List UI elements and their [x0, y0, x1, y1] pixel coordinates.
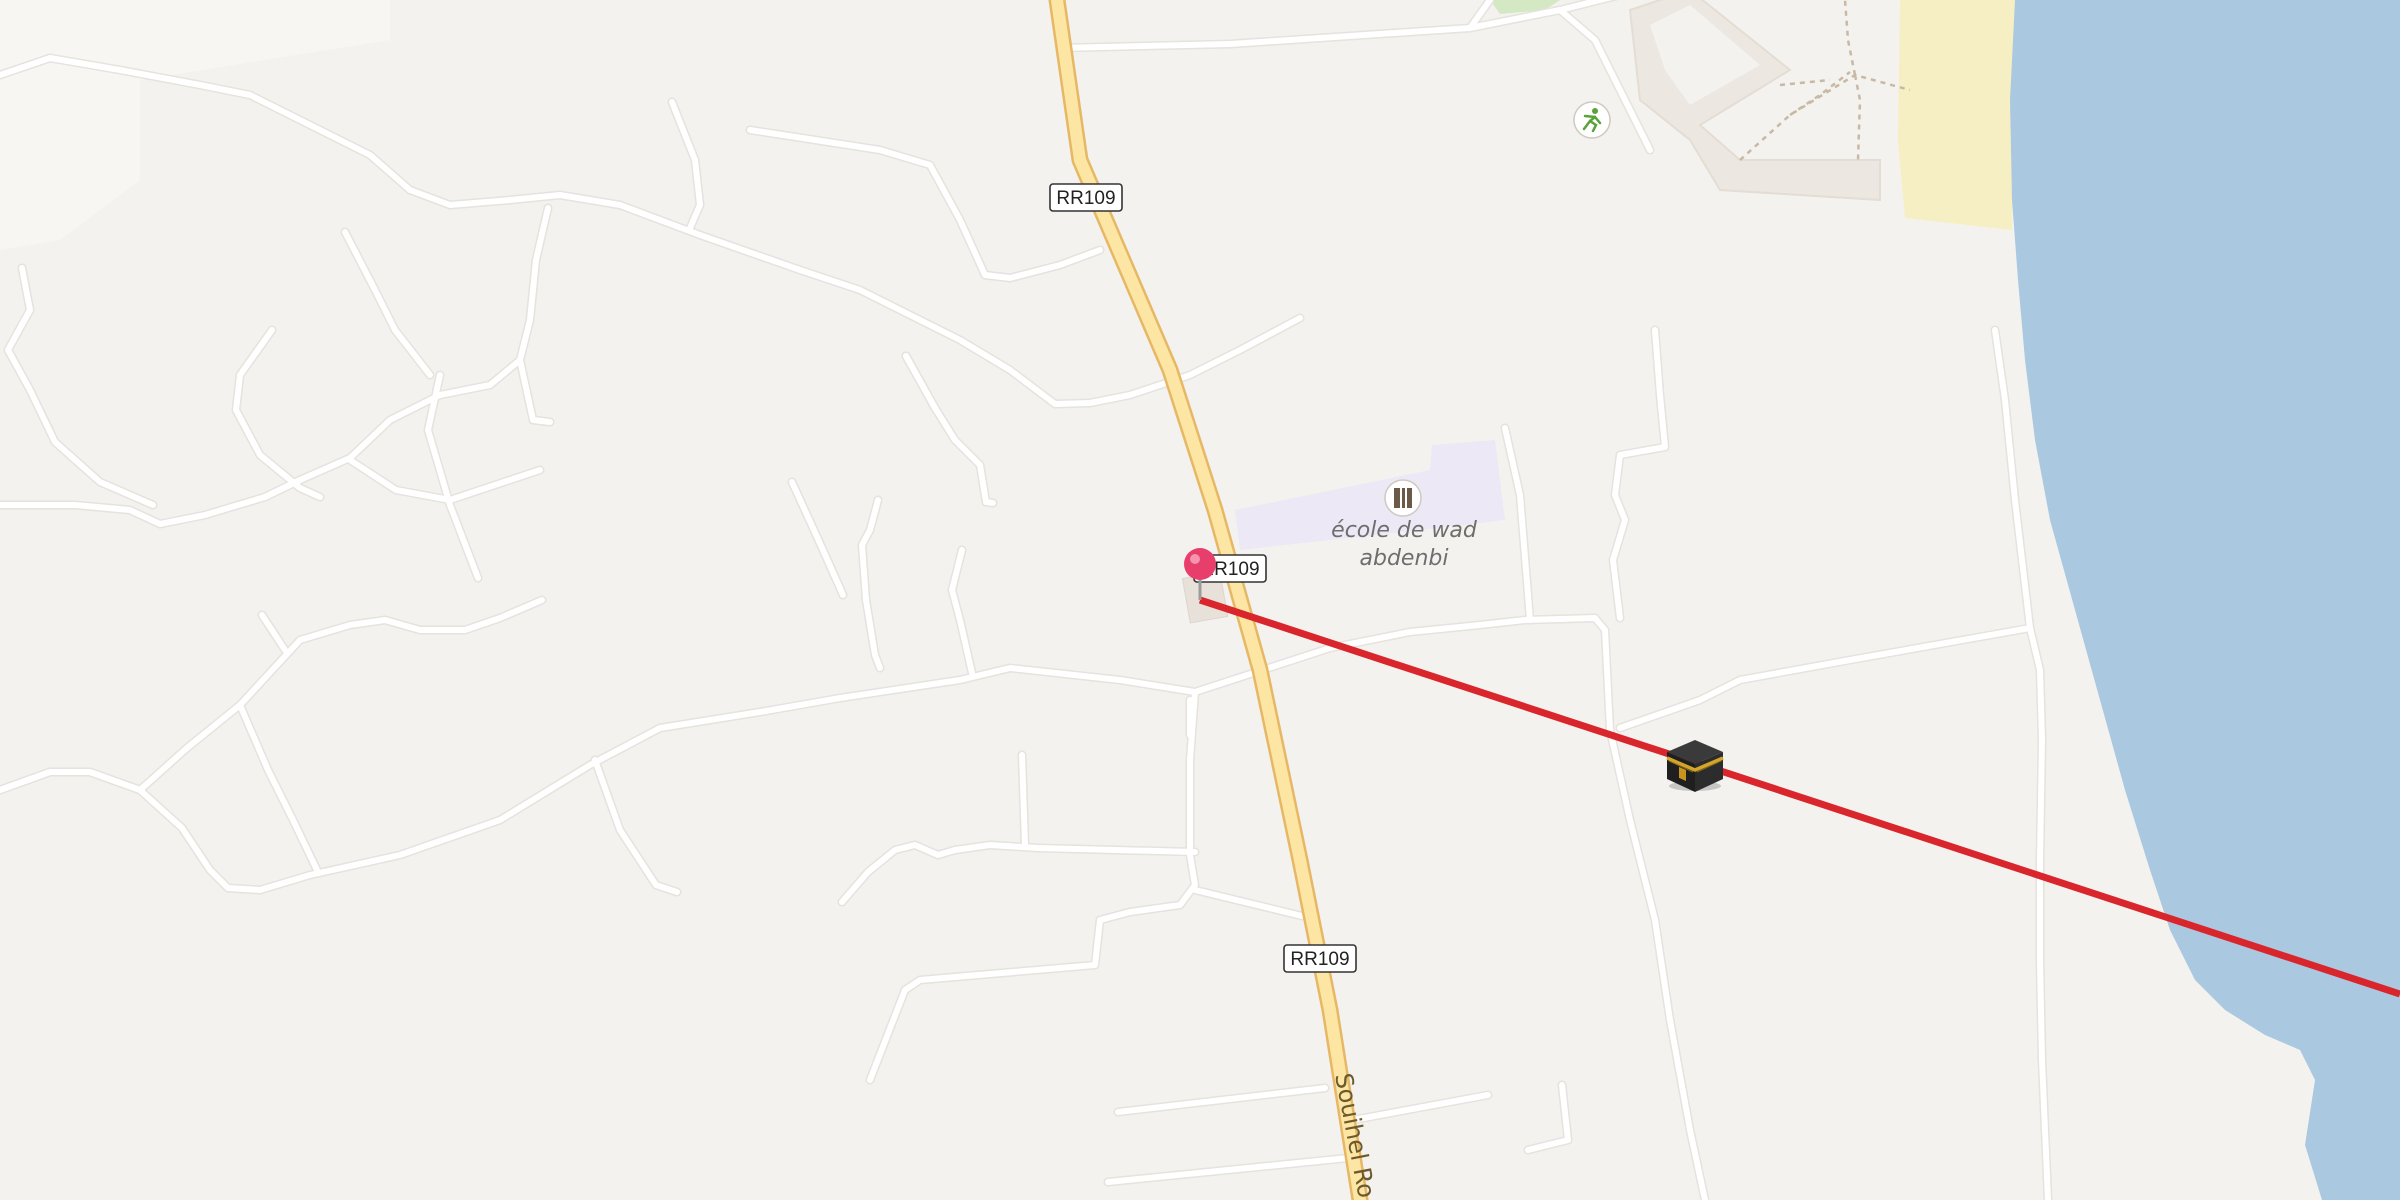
svg-text:RR109: RR109: [1056, 188, 1115, 209]
sports-pitch-icon[interactable]: [1573, 101, 1611, 139]
school-icon[interactable]: [1384, 479, 1422, 517]
road-shield-rr109-bottom: RR109: [1283, 944, 1357, 973]
school-label-line2: abdenbi: [1360, 546, 1449, 571]
map-canvas[interactable]: Souihel Ro école de wad abdenbi RR109 RR…: [0, 0, 2400, 1200]
school-label-line1: école de wad: [1331, 518, 1478, 543]
svg-text:RR109: RR109: [1290, 949, 1349, 970]
beach-area: [1898, 0, 2015, 230]
road-shield-rr109-top: RR109: [1049, 183, 1123, 212]
minor-road: [1019, 752, 1028, 848]
